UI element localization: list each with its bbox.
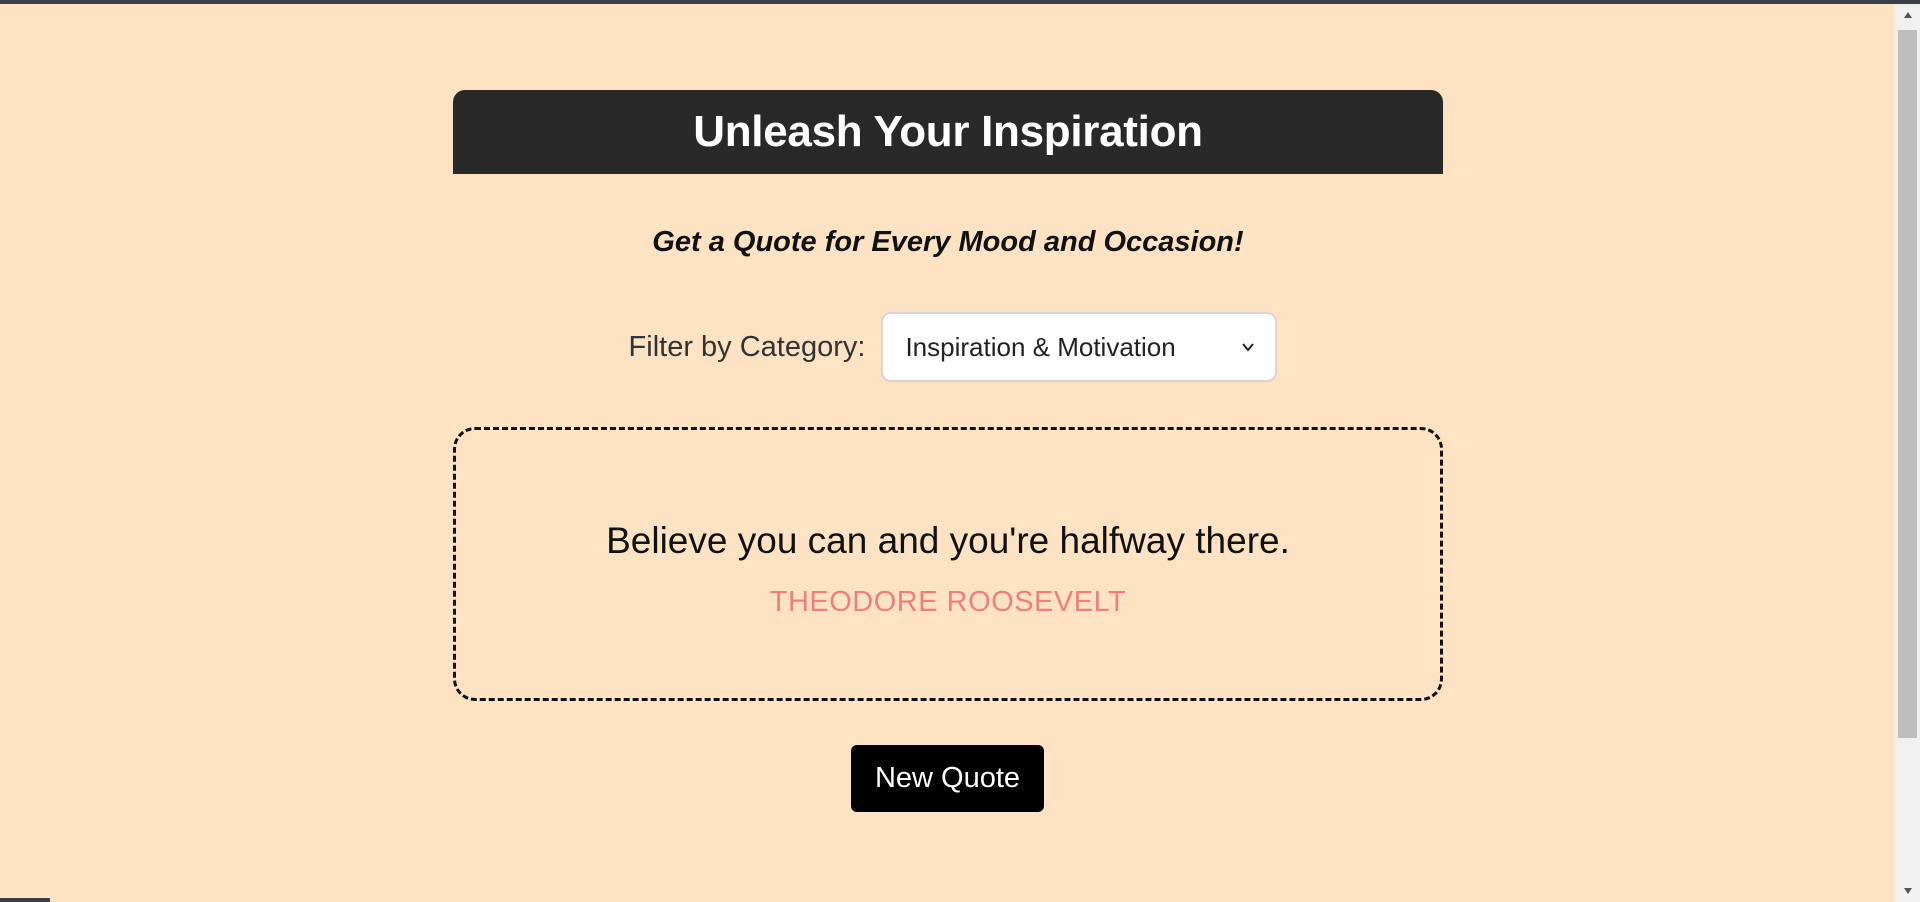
category-filter: Filter by Category: Inspiration & Motiva… [453, 312, 1443, 382]
scroll-down-arrow-icon[interactable] [1895, 880, 1920, 902]
page-title: Unleash Your Inspiration [693, 107, 1203, 156]
chevron-down-icon [1241, 340, 1255, 354]
new-quote-button[interactable]: New Quote [851, 745, 1044, 812]
scrollbar-thumb[interactable] [1898, 30, 1917, 738]
vertical-scrollbar[interactable] [1895, 4, 1920, 902]
header-bar: Unleash Your Inspiration [453, 90, 1443, 174]
page-subtitle: Get a Quote for Every Mood and Occasion! [652, 226, 1244, 258]
quote-author: THEODORE ROOSEVELT [769, 586, 1127, 618]
scroll-up-arrow-icon[interactable] [1895, 4, 1920, 26]
quote-text: Believe you can and you're halfway there… [606, 520, 1290, 561]
category-select-value: Inspiration & Motivation [905, 331, 1176, 362]
category-select[interactable]: Inspiration & Motivation [881, 312, 1278, 382]
quote-card: Believe you can and you're halfway there… [453, 427, 1443, 701]
page-content: Unleash Your Inspiration Get a Quote for… [0, 4, 1895, 902]
filter-label: Filter by Category: [628, 330, 866, 363]
window-bottom-edge [0, 898, 1895, 902]
